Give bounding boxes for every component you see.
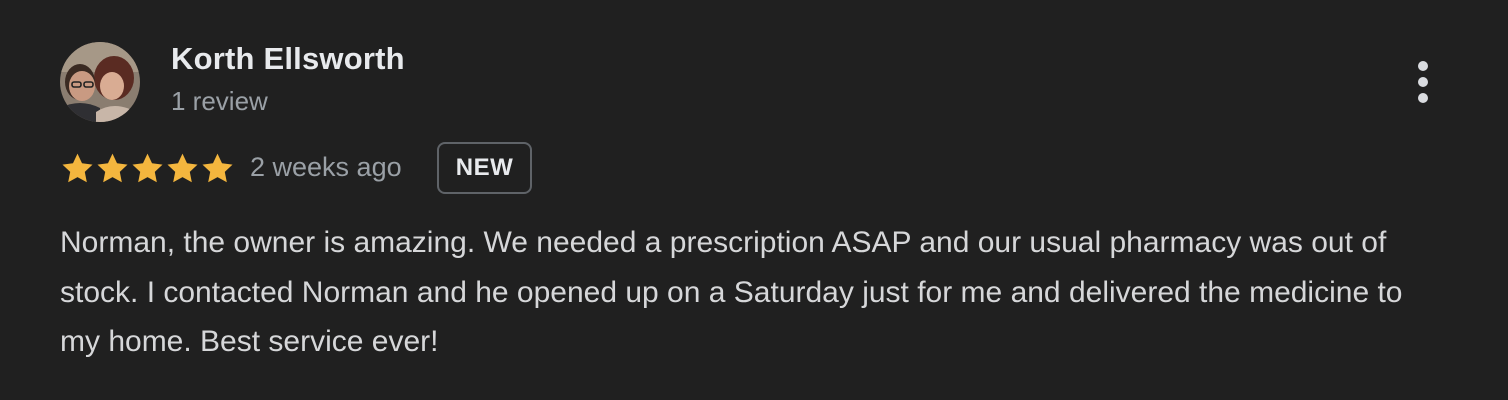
new-badge: NEW: [437, 142, 532, 194]
star-icon: [62, 153, 93, 182]
star-rating: [60, 150, 235, 186]
star-icon: [202, 153, 233, 182]
more-options-button[interactable]: [1404, 56, 1444, 108]
review-card: Korth Ellsworth 1 review 2 weeks ago NEW…: [0, 0, 1508, 400]
reviewer-name[interactable]: Korth Ellsworth: [171, 41, 405, 77]
star-icon: [97, 153, 128, 182]
avatar[interactable]: [60, 42, 140, 122]
review-count: 1 review: [171, 86, 268, 116]
review-date: 2 weeks ago: [250, 152, 402, 182]
star-icon: [167, 153, 198, 182]
star-icon: [132, 153, 163, 182]
review-text: Norman, the owner is amazing. We needed …: [60, 226, 1403, 358]
avatar-photo: [60, 42, 140, 122]
